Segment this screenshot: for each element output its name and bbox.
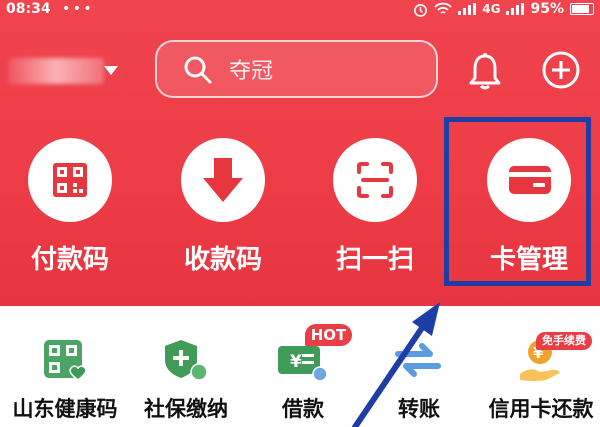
annotation-arrow-icon xyxy=(352,302,440,427)
